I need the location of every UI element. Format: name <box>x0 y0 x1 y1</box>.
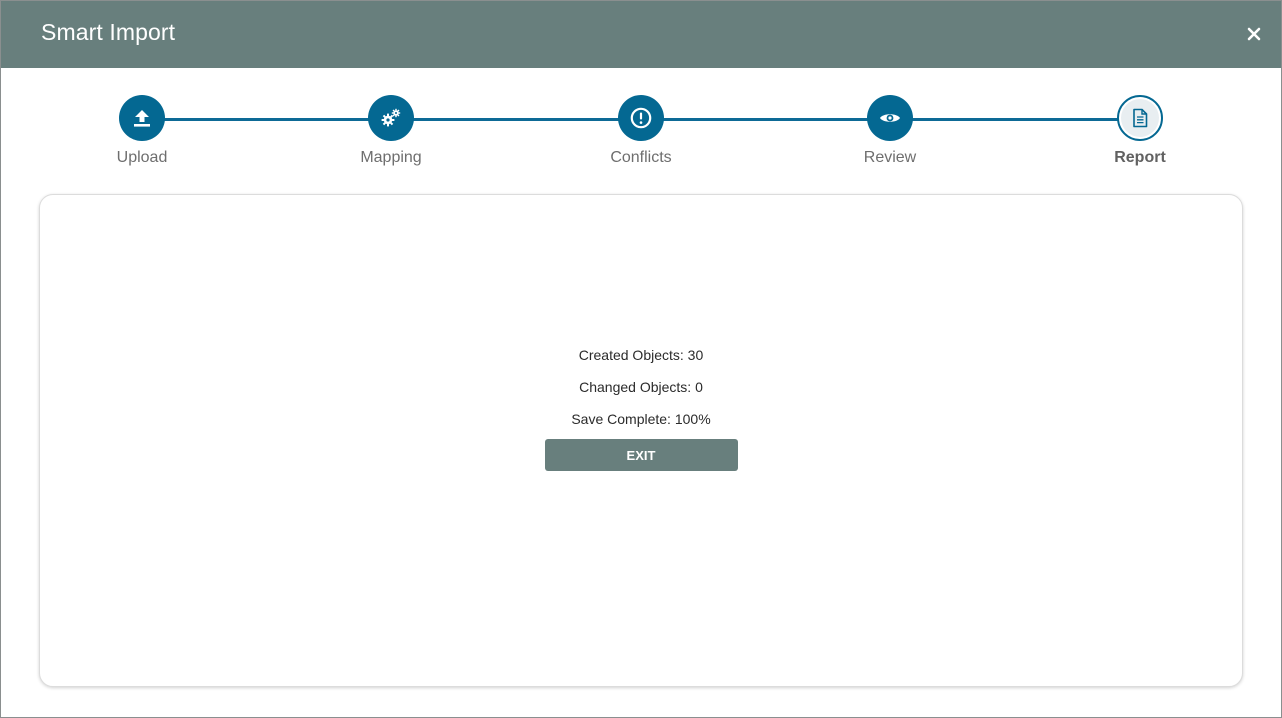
smart-import-dialog: Smart Import Upload Mapping Conflicts Re… <box>0 0 1282 718</box>
report-summary: Created Objects: 30 Changed Objects: 0 S… <box>40 345 1242 471</box>
exit-button[interactable]: EXIT <box>544 439 738 471</box>
dialog-title: Smart Import <box>41 19 176 45</box>
step-upload-circle <box>119 95 165 141</box>
upload-icon <box>134 110 150 127</box>
report-card: Created Objects: 30 Changed Objects: 0 S… <box>39 194 1243 687</box>
step-report-circle <box>1117 95 1163 141</box>
step-review[interactable]: Review <box>830 95 950 167</box>
document-icon <box>1133 108 1148 128</box>
step-review-label: Review <box>863 149 917 166</box>
step-conflicts-circle <box>618 95 664 141</box>
step-conflicts[interactable]: Conflicts <box>581 95 701 167</box>
step-conflicts-label: Conflicts <box>610 149 672 166</box>
changed-objects-text: Changed Objects: 0 <box>579 379 703 395</box>
step-report-label: Report <box>1114 149 1166 166</box>
step-mapping-label: Mapping <box>360 149 422 166</box>
dialog-header: Smart Import <box>1 1 1281 68</box>
exclamation-circle-icon <box>630 107 652 129</box>
step-review-circle <box>867 95 913 141</box>
step-mapping-circle <box>368 95 414 141</box>
created-objects-text: Created Objects: 30 <box>578 347 704 363</box>
step-upload-label: Upload <box>116 149 168 166</box>
step-upload[interactable]: Upload <box>82 95 202 167</box>
gears-icon <box>381 108 401 127</box>
step-mapping[interactable]: Mapping <box>331 95 451 167</box>
step-report[interactable]: Report <box>1080 95 1200 167</box>
import-stepper: Upload Mapping Conflicts Review Report <box>1 68 1281 178</box>
save-complete-text: Save Complete: 100% <box>571 411 711 427</box>
close-icon <box>1247 27 1261 41</box>
eye-icon <box>880 114 900 122</box>
step-report-inner <box>1121 99 1159 137</box>
close-button[interactable] <box>1243 23 1265 45</box>
